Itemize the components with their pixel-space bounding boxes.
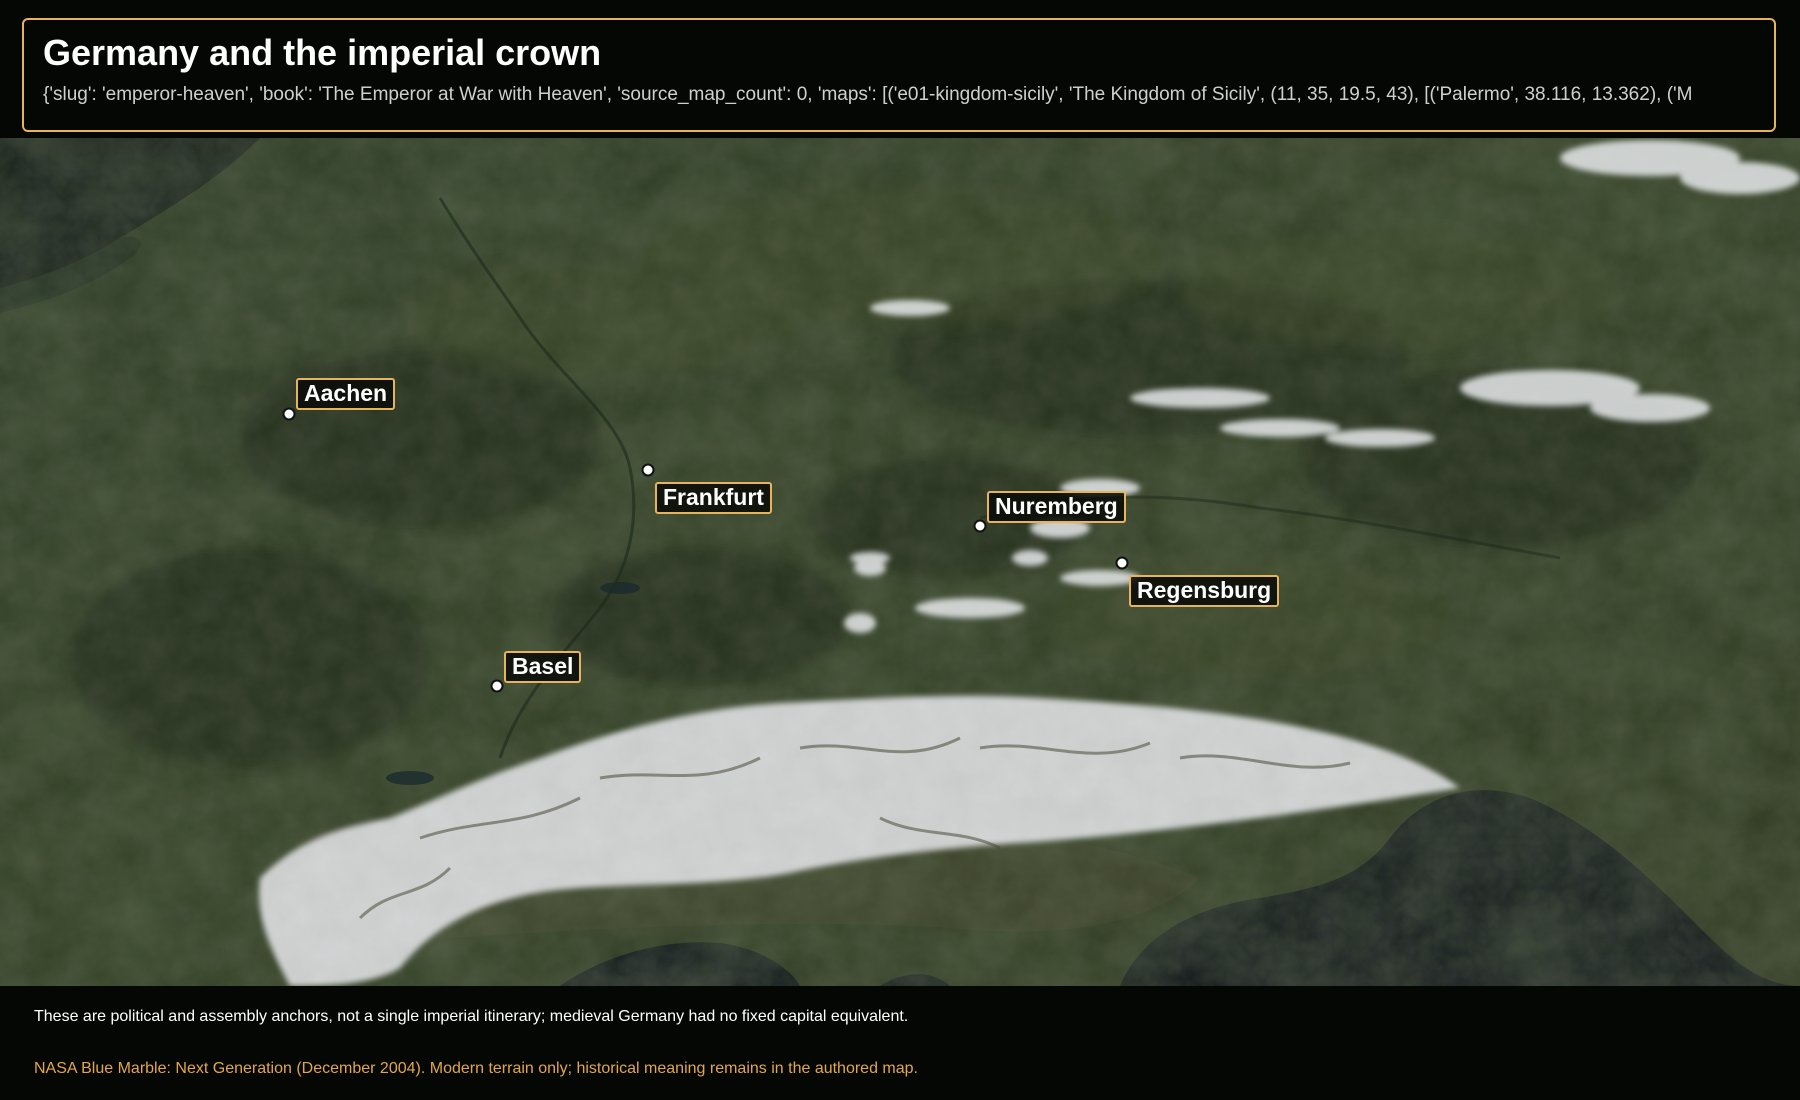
city-marker-basel[interactable] (490, 679, 504, 693)
city-label-frankfurt[interactable]: Frankfurt (655, 482, 772, 514)
map-title: Germany and the imperial crown (43, 32, 602, 73)
city-label-aachen[interactable]: Aachen (296, 378, 396, 410)
map-header: Germany and the imperial crown {'slug': … (22, 18, 1776, 132)
map-subtitle: {'slug': 'emperor-heaven', 'book': 'The … (43, 84, 1693, 105)
map-footer: These are political and assembly anchors… (0, 986, 1800, 1100)
city-marker-regensburg[interactable] (1115, 556, 1129, 570)
city-label-regensburg[interactable]: Regensburg (1129, 575, 1280, 607)
city-label-nuremberg[interactable]: Nuremberg (987, 491, 1126, 523)
map-credit: NASA Blue Marble: Next Generation (Decem… (34, 1060, 918, 1077)
city-marker-frankfurt[interactable] (641, 463, 655, 477)
map-note: These are political and assembly anchors… (34, 1008, 909, 1025)
map-page: Aachen Frankfurt Nuremberg Regensburg Ba… (0, 0, 1800, 1100)
city-marker-nuremberg[interactable] (973, 519, 987, 533)
terrain-layer (0, 138, 1800, 986)
city-label-basel[interactable]: Basel (504, 651, 582, 683)
satellite-map[interactable]: Aachen Frankfurt Nuremberg Regensburg Ba… (0, 138, 1800, 986)
city-marker-aachen[interactable] (282, 407, 296, 421)
